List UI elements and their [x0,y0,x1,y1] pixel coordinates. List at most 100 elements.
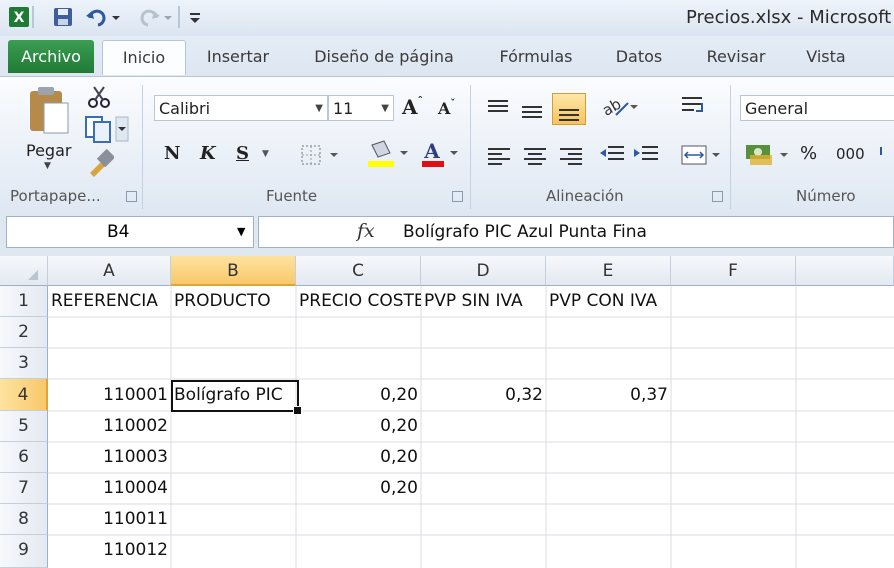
cell-e4[interactable]: 0,37 [546,379,671,411]
chevron-down-icon[interactable]: ▼ [237,217,245,247]
row-header-8[interactable]: 8 [0,504,48,535]
cut-icon[interactable] [86,85,112,113]
cell-a6[interactable]: 110003 [48,442,171,473]
cell-a4[interactable]: 110001 [48,379,171,411]
cell-d1[interactable]: PVP SIN IVA [421,286,546,317]
underline-dropdown-icon[interactable]: ▼ [262,149,269,159]
italic-button[interactable]: K [200,143,216,164]
align-bottom-icon[interactable] [552,93,586,125]
formula-bar: B4 ▼ fx Bolígrafo PIC Azul Punta Fina [0,211,894,256]
ribbon: Pegar ▼ Portapape... Calibri ▼ 11 ▼ Aˆ A… [0,76,894,212]
merge-center-icon[interactable] [680,143,724,171]
grow-font-icon[interactable]: Aˆ [402,95,423,119]
alignment-launcher-icon[interactable] [712,191,723,202]
column-header-a[interactable]: A [48,256,171,286]
excel-logo-icon[interactable]: X [8,6,30,28]
window-title: Precios.xlsx - Microsoft E [686,7,894,28]
wrap-text-icon[interactable] [680,93,708,125]
clipboard-launcher-icon[interactable] [126,191,137,202]
group-separator [470,85,471,209]
cell-c1[interactable]: PRECIO COSTE [296,286,421,317]
row-header-2[interactable]: 2 [0,317,48,348]
column-header-e[interactable]: E [546,256,671,286]
svg-text:A: A [423,139,440,163]
redo-icon[interactable] [134,6,174,28]
formula-content[interactable]: Bolígrafo PIC Azul Punta Fina [403,217,647,247]
formula-input[interactable]: fx Bolígrafo PIC Azul Punta Fina [258,216,894,248]
tab-diseno-de-pagina[interactable]: Diseño de página [302,40,466,74]
tab-formulas[interactable]: Fórmulas [490,40,582,74]
number-format-select[interactable]: General [740,95,894,121]
row-header-7[interactable]: 7 [0,473,48,504]
paste-dropdown-icon[interactable]: ▼ [44,161,51,171]
format-painter-icon[interactable] [86,148,116,181]
bold-button[interactable]: N [164,143,180,164]
cell-b4[interactable]: Bolígrafo PIC [171,379,296,411]
svg-text:ab: ab [599,95,624,120]
align-right-icon[interactable] [560,145,582,168]
paste-button-label[interactable]: Pegar [26,141,71,160]
column-header-b[interactable]: B [171,256,296,286]
name-box-value: B4 [107,222,130,242]
align-middle-icon[interactable] [522,103,542,121]
row-header-1[interactable]: 1 [0,286,48,317]
paste-icon[interactable] [24,85,70,141]
orientation-icon[interactable]: ab [598,93,638,125]
cell-a7[interactable]: 110004 [48,473,171,504]
column-header-g[interactable] [796,256,894,286]
cell-c7[interactable]: 0,20 [296,473,421,504]
align-left-icon[interactable] [488,145,510,168]
font-family-select[interactable]: Calibri ▼ [154,95,328,121]
number-format-value: General [745,99,809,118]
cell-a5[interactable]: 110002 [48,411,171,442]
insert-function-icon[interactable]: fx [357,220,375,242]
font-size-select[interactable]: 11 ▼ [328,95,394,121]
tab-revisar[interactable]: Revisar [696,40,776,74]
fill-color-icon[interactable] [366,139,412,173]
save-icon[interactable] [52,6,74,28]
copy-icon[interactable] [84,115,130,147]
increase-decimal-icon[interactable] [876,141,894,169]
row-header-4[interactable]: 4 [0,379,48,411]
percent-style-button[interactable]: % [800,143,817,164]
borders-icon[interactable] [300,143,346,171]
cell-c5[interactable]: 0,20 [296,411,421,442]
undo-icon[interactable] [84,6,122,28]
tab-inicio[interactable]: Inicio [102,40,186,75]
cell-c6[interactable]: 0,20 [296,442,421,473]
tab-insertar[interactable]: Insertar [196,40,280,74]
cell-a8[interactable]: 110011 [48,504,171,535]
accounting-format-icon[interactable] [744,141,792,173]
row-header-9[interactable]: 9 [0,535,48,568]
column-header-d[interactable]: D [421,256,546,286]
tab-archivo[interactable]: Archivo [8,40,94,73]
font-family-value: Calibri [159,99,211,118]
cell-c4[interactable]: 0,20 [296,379,421,411]
cell-d4[interactable]: 0,32 [421,379,546,411]
align-center-icon[interactable] [524,145,546,168]
row-header-5[interactable]: 5 [0,411,48,442]
tab-datos[interactable]: Datos [606,40,672,74]
group-separator [730,85,731,209]
shrink-font-icon[interactable]: Aˇ [438,99,455,118]
column-header-f[interactable]: F [671,256,796,286]
comma-style-button[interactable]: 000 [836,145,865,163]
cell-e1[interactable]: PVP CON IVA [546,286,671,317]
font-color-icon[interactable]: A [420,139,466,173]
cell-b1[interactable]: PRODUCTO [171,286,296,317]
increase-indent-icon[interactable] [632,143,660,171]
row-header-6[interactable]: 6 [0,442,48,473]
align-top-icon[interactable] [488,97,508,115]
customize-qat-icon[interactable] [188,6,202,28]
name-box[interactable]: B4 ▼ [6,216,254,248]
fill-handle[interactable] [293,406,302,415]
decrease-indent-icon[interactable] [598,143,626,171]
cell-a9[interactable]: 110012 [48,535,171,566]
underline-button[interactable]: S [236,143,249,164]
font-launcher-icon[interactable] [452,191,463,202]
row-header-3[interactable]: 3 [0,348,48,379]
column-header-c[interactable]: C [296,256,421,286]
select-all-corner[interactable] [0,256,48,286]
tab-vista[interactable]: Vista [796,40,856,74]
cell-a1[interactable]: REFERENCIA [48,286,171,317]
